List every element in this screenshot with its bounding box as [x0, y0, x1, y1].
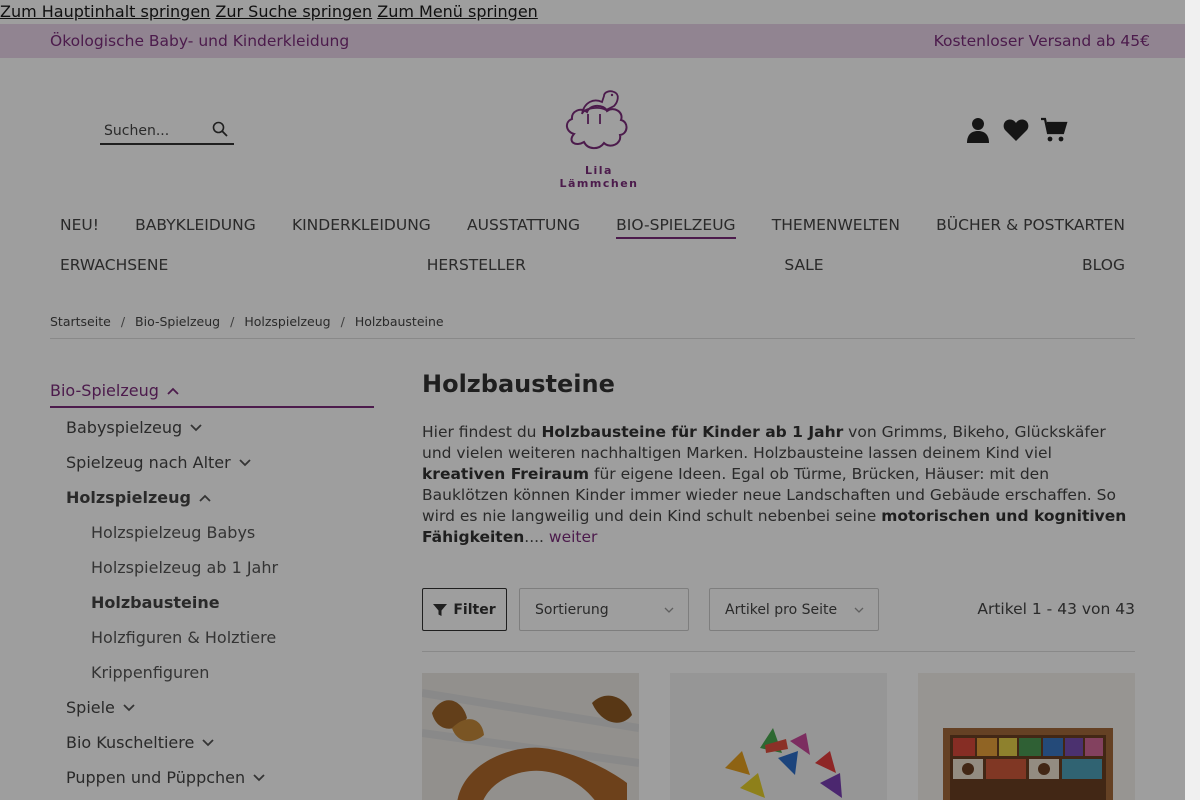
nav-item-neu[interactable]: NEU! — [60, 216, 99, 239]
topbar-tagline: Ökologische Baby- und Kinderkleidung — [50, 32, 350, 50]
chevron-up-icon — [167, 387, 179, 395]
sidebar-item-holzfiguren-holztiere[interactable]: Holzfiguren & Holztiere — [91, 628, 276, 647]
product-image-block-box — [918, 673, 1135, 800]
sidebar-item-holzspielzeug[interactable]: Holzspielzeug — [66, 488, 211, 507]
chevron-down-icon — [239, 458, 251, 466]
breadcrumb-item[interactable]: Startseite — [50, 314, 111, 329]
nav-item-ausstattung[interactable]: AUSSTATTUNG — [467, 216, 580, 239]
nav-item-blog[interactable]: BLOG — [1082, 256, 1125, 274]
logo-text: Lila Lämmchen — [559, 164, 639, 190]
nav-item-babykleidung[interactable]: BABYKLEIDUNG — [135, 216, 256, 239]
heart-icon[interactable] — [1002, 116, 1030, 144]
sidebar-item-label: Spielzeug nach Alter — [66, 453, 231, 472]
sidebar-item-label: Krippenfiguren — [91, 663, 210, 682]
cart-icon[interactable] — [1040, 116, 1068, 144]
sidebar-item-label: Bio-Spielzeug — [50, 381, 159, 400]
chevron-down-icon — [123, 703, 135, 711]
main-nav-row-1: NEU! BABYKLEIDUNG KINDERKLEIDUNG AUSSTAT… — [60, 216, 1125, 239]
sidebar-item-label: Bio Kuscheltiere — [66, 733, 195, 752]
header-icons — [964, 116, 1068, 144]
breadcrumb: Startseite / Bio-Spielzeug / Holzspielze… — [50, 314, 444, 329]
product-card-image[interactable] — [918, 673, 1135, 800]
sidebar-item-spielzeug-nach-alter[interactable]: Spielzeug nach Alter — [66, 453, 251, 472]
search-icon[interactable] — [212, 121, 228, 141]
desc-text: .... — [524, 528, 544, 546]
nav-item-buecher-postkarten[interactable]: BÜCHER & POSTKARTEN — [936, 216, 1125, 239]
user-icon[interactable] — [964, 116, 992, 144]
nav-item-erwachsene[interactable]: ERWACHSENE — [60, 256, 168, 274]
nav-item-sale[interactable]: SALE — [784, 256, 823, 274]
search-input[interactable] — [104, 123, 200, 139]
category-description: Hier findest du Holzbausteine für Kinder… — [422, 422, 1138, 548]
skip-links: Zum Hauptinhalt springen Zur Suche sprin… — [0, 2, 538, 21]
divider — [422, 651, 1135, 652]
sidebar-item-label: Holzbausteine — [91, 593, 220, 612]
desc-bold: kreativen Freiraum — [422, 465, 590, 483]
sidebar-item-label: Holzfiguren & Holztiere — [91, 628, 277, 647]
chevron-down-icon — [854, 607, 864, 613]
sort-select-label: Sortierung — [535, 601, 609, 618]
read-more-link[interactable]: weiter — [544, 528, 598, 546]
chevron-down-icon — [190, 423, 202, 431]
divider — [50, 338, 1135, 339]
per-page-select-label: Artikel pro Seite — [725, 601, 838, 618]
product-card-image[interactable] — [422, 673, 639, 800]
breadcrumb-separator: / — [120, 314, 126, 329]
sidebar-item-holzspielzeug-ab-1-jahr[interactable]: Holzspielzeug ab 1 Jahr — [91, 558, 278, 577]
sidebar-item-label: Holzspielzeug ab 1 Jahr — [91, 558, 279, 577]
sidebar-item-bio-kuscheltiere[interactable]: Bio Kuscheltiere — [66, 733, 214, 752]
breadcrumb-item[interactable]: Holzspielzeug — [244, 314, 330, 329]
breadcrumb-current: Holzbausteine — [354, 314, 444, 329]
filter-button-label: Filter — [453, 601, 496, 618]
search-box — [100, 119, 234, 145]
sidebar-item-babyspielzeug[interactable]: Babyspielzeug — [66, 418, 202, 437]
nav-item-hersteller[interactable]: HERSTELLER — [427, 256, 526, 274]
sidebar-item-bio-spielzeug[interactable]: Bio-Spielzeug — [50, 375, 374, 408]
nav-item-bio-spielzeug[interactable]: BIO-SPIELZEUG — [616, 216, 736, 239]
sidebar-item-holzbausteine[interactable]: Holzbausteine — [91, 593, 220, 612]
chevron-down-icon — [253, 773, 265, 781]
chevron-up-icon — [199, 494, 211, 502]
product-card-image[interactable] — [670, 673, 887, 800]
desc-bold: Holzbausteine für Kinder ab 1 Jahr — [541, 423, 844, 441]
sort-select[interactable]: Sortierung — [519, 588, 689, 631]
top-bar: Ökologische Baby- und Kinderkleidung Kos… — [0, 24, 1200, 58]
sidebar-item-label: Babyspielzeug — [66, 418, 183, 437]
topbar-shipping: Kostenloser Versand ab 45€ — [933, 32, 1150, 50]
chevron-down-icon — [202, 738, 214, 746]
logo[interactable]: Lila Lämmchen — [544, 84, 654, 190]
main-nav-row-2: ERWACHSENE HERSTELLER SALE BLOG — [60, 256, 1125, 274]
page-title: Holzbausteine — [422, 370, 615, 398]
lamb-logo-icon — [566, 90, 628, 150]
sidebar-item-label: Holzspielzeug — [66, 488, 191, 507]
article-count: Artikel 1 - 43 von 43 — [977, 600, 1135, 618]
scrollbar[interactable] — [1185, 0, 1200, 800]
sidebar-item-puppen[interactable]: Puppen und Püppchen — [66, 768, 265, 787]
sidebar-item-spiele[interactable]: Spiele — [66, 698, 135, 717]
sidebar-item-krippenfiguren[interactable]: Krippenfiguren — [91, 663, 209, 682]
filter-button[interactable]: Filter — [422, 588, 507, 631]
desc-text: Hier findest du — [422, 423, 542, 441]
skip-to-main-link[interactable]: Zum Hauptinhalt springen — [0, 2, 210, 21]
chevron-down-icon — [664, 607, 674, 613]
filter-icon — [433, 603, 448, 616]
breadcrumb-item[interactable]: Bio-Spielzeug — [135, 314, 220, 329]
product-image-wooden-arch — [422, 673, 639, 800]
nav-item-kinderkleidung[interactable]: KINDERKLEIDUNG — [292, 216, 431, 239]
per-page-select[interactable]: Artikel pro Seite — [709, 588, 879, 631]
product-image-rainbow-stones — [670, 673, 887, 800]
sidebar-item-holzspielzeug-babys[interactable]: Holzspielzeug Babys — [91, 523, 255, 542]
skip-to-search-link[interactable]: Zur Suche springen — [215, 2, 372, 21]
listing-toolbar: Filter Sortierung Artikel pro Seite Arti… — [422, 588, 1135, 631]
sidebar-item-label: Holzspielzeug Babys — [91, 523, 256, 542]
breadcrumb-separator: / — [230, 314, 235, 329]
nav-item-themenwelten[interactable]: THEMENWELTEN — [772, 216, 900, 239]
sidebar-item-label: Puppen und Püppchen — [66, 768, 246, 787]
sidebar-item-label: Spiele — [66, 698, 115, 717]
breadcrumb-separator: / — [340, 314, 345, 329]
skip-to-menu-link[interactable]: Zum Menü springen — [377, 2, 538, 21]
category-sidebar: Bio-Spielzeug — [50, 375, 374, 408]
